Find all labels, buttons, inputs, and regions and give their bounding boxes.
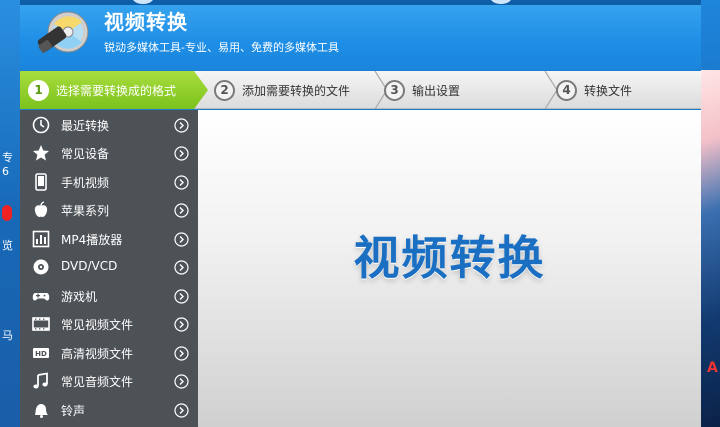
chevron-right-icon bbox=[174, 260, 189, 275]
step-label: 输出设置 bbox=[412, 83, 461, 98]
chevron-right-icon bbox=[174, 374, 189, 389]
sidebar-item-game-console[interactable]: 游戏机 bbox=[20, 282, 198, 310]
step-2-add-files[interactable]: 2 添加需要转换的文件 bbox=[214, 71, 350, 109]
desktop-text-fragment: 马 bbox=[2, 329, 13, 342]
sidebar-item-apple-series[interactable]: 苹果系列 bbox=[20, 196, 198, 224]
app-header: 视频转换 锐动多媒体工具-专业、易用、免费的多媒体工具 bbox=[20, 0, 701, 70]
sidebar-item-label: 苹果系列 bbox=[61, 204, 110, 218]
sidebar-item-common-devices[interactable]: 常见设备 bbox=[20, 139, 198, 167]
header-top-bar bbox=[20, 0, 701, 5]
star-icon bbox=[33, 145, 49, 161]
chevron-right-icon bbox=[174, 118, 189, 133]
sidebar-item-recent[interactable]: 最近转换 bbox=[20, 111, 198, 139]
sidebar-item-label: 铃声 bbox=[61, 404, 86, 418]
sidebar-item-mp4-player[interactable]: MP4播放器 bbox=[20, 225, 198, 253]
phone-icon bbox=[35, 173, 47, 191]
clock-icon bbox=[32, 116, 50, 134]
sidebar-item-label: 高清视频文件 bbox=[61, 347, 134, 361]
app-subtitle: 锐动多媒体工具-专业、易用、免费的多媒体工具 bbox=[104, 41, 339, 54]
step-label: 转换文件 bbox=[584, 83, 633, 98]
chevron-right-icon bbox=[174, 175, 189, 190]
chevron-right-icon bbox=[174, 346, 189, 361]
step-number: 3 bbox=[384, 79, 405, 101]
film-icon bbox=[32, 317, 50, 331]
sidebar-item-label: 常见视频文件 bbox=[61, 318, 134, 332]
chevron-right-icon bbox=[174, 232, 189, 247]
sidebar-item-mobile-video[interactable]: 手机视频 bbox=[20, 168, 198, 196]
desktop-text-fragment: A bbox=[707, 360, 718, 376]
svg-text:HD: HD bbox=[35, 350, 47, 358]
steps-bar: 1 选择需要转换成的格式 2 添加需要转换的文件 3 输出设置 4 转换文件 bbox=[20, 71, 701, 109]
chevron-right-icon bbox=[174, 317, 189, 332]
desktop-text-fragment: 6 bbox=[2, 165, 9, 178]
step-number: 2 bbox=[214, 79, 235, 101]
sidebar-item-label: 最近转换 bbox=[61, 119, 110, 133]
app-logo-icon bbox=[37, 11, 89, 53]
chevron-right-icon bbox=[174, 203, 189, 218]
app-title: 视频转换 bbox=[104, 10, 188, 34]
hd-icon: HD bbox=[33, 348, 49, 358]
bell-icon bbox=[35, 404, 48, 418]
desktop-text-fragment: 览 bbox=[2, 239, 13, 252]
step-number: 4 bbox=[556, 79, 577, 101]
step-label: 添加需要转换的文件 bbox=[242, 83, 351, 98]
format-category-sidebar: 最近转换 常见设备 手机视频 苹果系列 MP4播放器 DVD/VCD 游戏机 常… bbox=[20, 110, 198, 427]
sidebar-item-ringtones[interactable]: 铃声 bbox=[20, 396, 198, 424]
sidebar-item-label: 手机视频 bbox=[61, 176, 110, 190]
desktop-text-fragment: 专 bbox=[2, 151, 13, 164]
desktop-left-edge: 专 6 览 马 bbox=[0, 0, 20, 427]
desktop-right-edge: A bbox=[701, 0, 720, 427]
step-3-output-settings[interactable]: 3 输出设置 bbox=[384, 71, 460, 109]
sidebar-item-hd-video-files[interactable]: HD 高清视频文件 bbox=[20, 339, 198, 367]
chevron-right-icon bbox=[174, 146, 189, 161]
step-4-convert-files[interactable]: 4 转换文件 bbox=[556, 71, 632, 109]
disc-icon bbox=[33, 259, 49, 275]
gamepad-icon bbox=[32, 293, 50, 301]
step-1-select-format[interactable]: 1 选择需要转换成的格式 bbox=[20, 71, 208, 109]
chevron-right-icon bbox=[174, 403, 189, 418]
apple-icon bbox=[34, 201, 48, 217]
sidebar-item-label: DVD/VCD bbox=[61, 259, 118, 273]
chevron-right-icon bbox=[174, 289, 189, 304]
mp4-player-icon bbox=[32, 230, 50, 248]
music-note-icon bbox=[33, 372, 48, 389]
sidebar-item-label: 游戏机 bbox=[61, 290, 98, 304]
step-number: 1 bbox=[28, 79, 49, 101]
sidebar-item-label: 常见音频文件 bbox=[61, 375, 134, 389]
app-window: 视频转换 锐动多媒体工具-专业、易用、免费的多媒体工具 1 选择需要转换成的格式… bbox=[20, 0, 701, 427]
sidebar-item-label: MP4播放器 bbox=[61, 233, 123, 247]
sidebar-item-common-video-files[interactable]: 常见视频文件 bbox=[20, 310, 198, 338]
main-heading: 视频转换 bbox=[353, 231, 546, 285]
sidebar-item-common-audio-files[interactable]: 常见音频文件 bbox=[20, 367, 198, 395]
main-content-panel: 视频转换 bbox=[198, 110, 701, 427]
desktop-red-icon bbox=[2, 205, 12, 221]
sidebar-item-dvd-vcd[interactable]: DVD/VCD bbox=[20, 253, 198, 281]
step-label: 选择需要转换成的格式 bbox=[56, 83, 177, 98]
sidebar-item-label: 常见设备 bbox=[61, 147, 110, 161]
